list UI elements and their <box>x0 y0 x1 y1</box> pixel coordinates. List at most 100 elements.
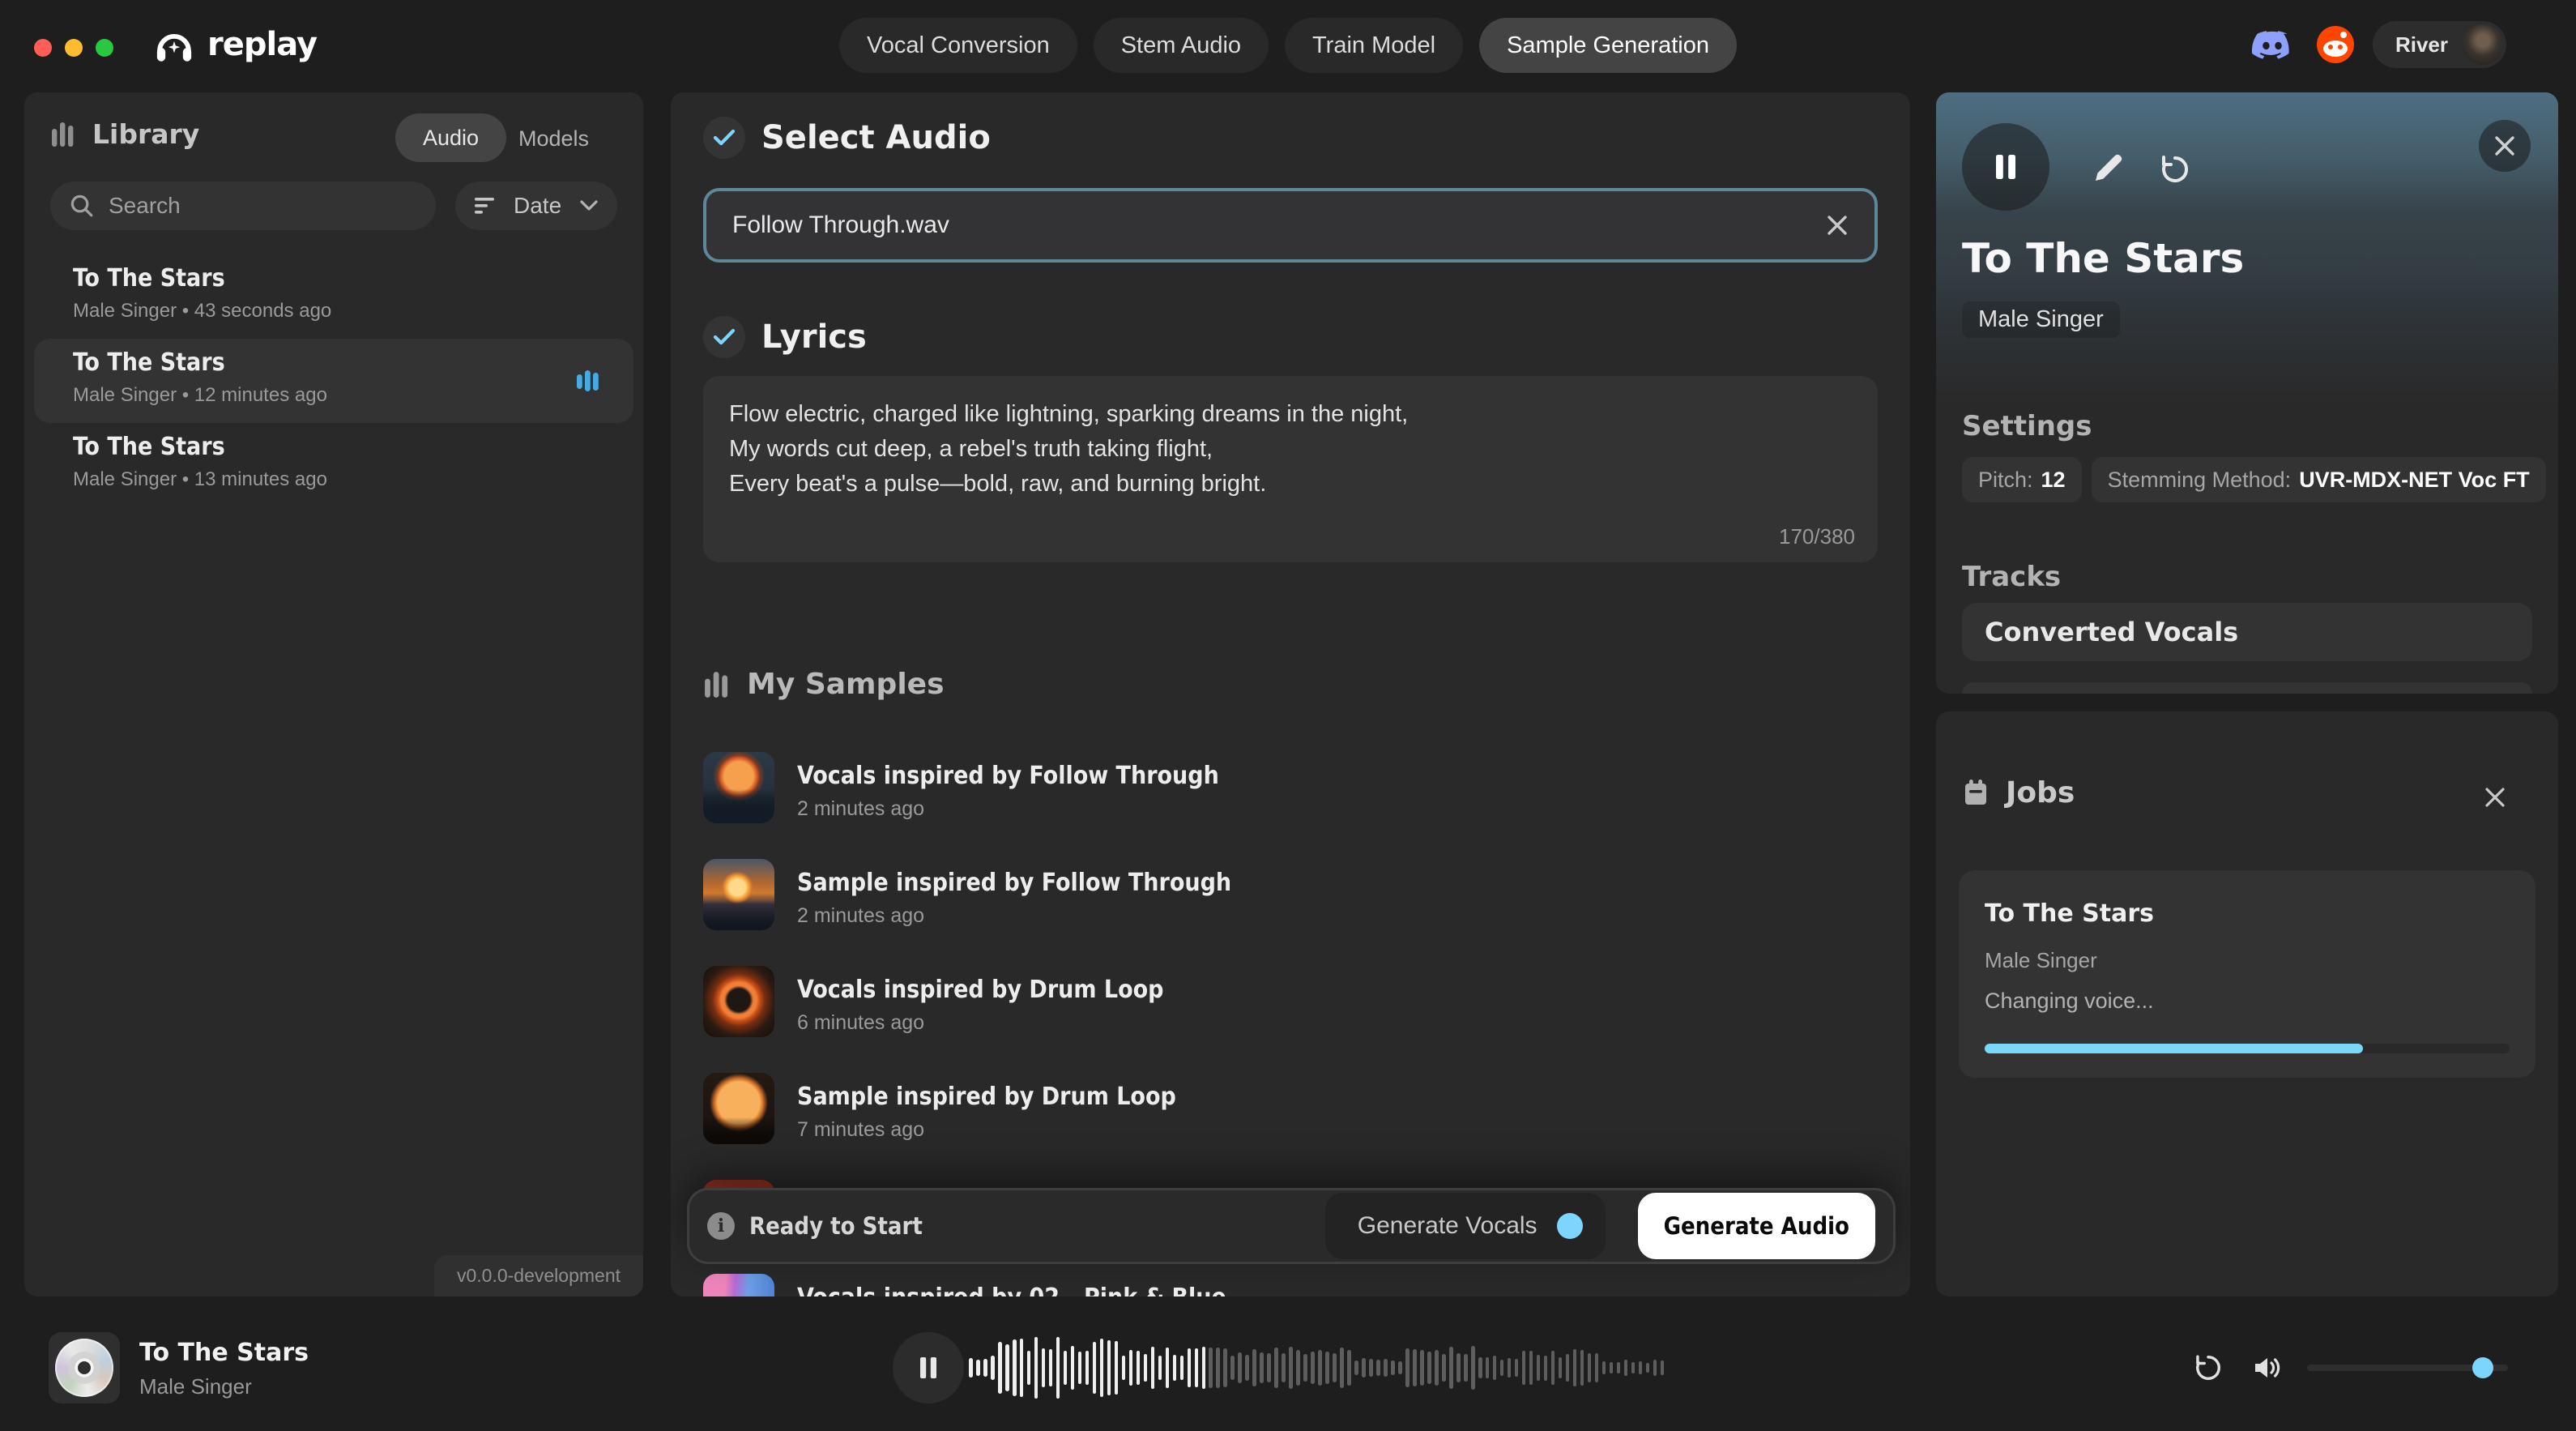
search-input[interactable]: Search <box>50 182 436 230</box>
volume-icon[interactable] <box>2252 1353 2283 1382</box>
volume-knob[interactable] <box>2472 1357 2493 1378</box>
player-track-title: To The Stars <box>139 1339 309 1367</box>
library-item-title: To The Stars <box>73 348 225 377</box>
player-bar: To The Stars Male Singer <box>0 1296 2576 1431</box>
chevron-down-icon <box>580 200 598 211</box>
reddit-icon[interactable] <box>2317 26 2354 63</box>
edit-pencil-icon[interactable] <box>2090 151 2126 186</box>
info-icon: i <box>707 1212 735 1240</box>
sample-title: Sample inspired by Follow Through <box>797 869 1231 897</box>
audio-file-input[interactable]: Follow Through.wav <box>703 188 1878 263</box>
player-pause-icon <box>917 1356 940 1380</box>
sample-item[interactable]: Sample inspired by Follow Through2 minut… <box>703 859 1878 950</box>
job-progress-fill <box>1985 1044 2363 1053</box>
job-item[interactable]: To The Stars Male Singer Changing voice.… <box>1959 870 2535 1078</box>
sample-thumbnail <box>703 1073 774 1144</box>
search-placeholder: Search <box>109 193 181 219</box>
discord-icon[interactable] <box>2250 31 2294 63</box>
status-text: Ready to Start <box>749 1212 923 1240</box>
library-item-subtitle: Male Singer • 13 minutes ago <box>73 468 327 491</box>
sample-time: 2 minutes ago <box>797 797 924 821</box>
sample-item[interactable]: Vocals inspired by Drum Loop 6 minutes ag… <box>703 966 1878 1057</box>
generate-vocals-button[interactable]: Generate Vocals <box>1325 1193 1606 1259</box>
generate-audio-button[interactable]: Generate Audio <box>1638 1193 1875 1259</box>
detail-close-button[interactable] <box>2479 120 2531 172</box>
samples-icon <box>703 670 732 699</box>
library-item-subtitle: Male Singer • 12 minutes ago <box>73 384 327 407</box>
traffic-light-minimize[interactable] <box>65 39 83 57</box>
sample-thumbnail <box>703 966 774 1037</box>
library-item[interactable]: To The Stars Male Singer • 12 minutes ago <box>34 339 633 423</box>
player-pause-button[interactable] <box>893 1332 964 1403</box>
track-item-partial[interactable] <box>1962 682 2532 694</box>
avatar <box>2463 24 2503 65</box>
headphones-icon <box>152 23 196 66</box>
job-title: To The Stars <box>1985 899 2154 928</box>
sidebar: Library Audio Models Search Date To The … <box>24 92 643 1296</box>
player-track-subtitle: Male Singer <box>139 1374 252 1399</box>
jobs-close-icon[interactable] <box>2484 786 2506 809</box>
waveform[interactable] <box>969 1319 1672 1416</box>
volume-slider[interactable] <box>2307 1365 2508 1371</box>
tab-sample-generation[interactable]: Sample Generation <box>1479 18 1737 73</box>
user-name: River <box>2395 32 2448 58</box>
char-counter: 170/380 <box>1779 524 1855 549</box>
jobs-icon <box>1962 779 1990 808</box>
jobs-card: Jobs To The Stars Male Singer Changing v… <box>1936 711 2558 1296</box>
library-icon <box>50 121 78 148</box>
regenerate-icon[interactable] <box>2160 154 2190 185</box>
repeat-icon[interactable] <box>2194 1353 2223 1382</box>
tab-vocal-conversion[interactable]: Vocal Conversion <box>839 18 1077 73</box>
album-art <box>49 1332 120 1403</box>
app-logo: replay <box>152 23 317 66</box>
sample-title: Vocals inspired by 02 - Pink & Blue <box>797 1284 1226 1296</box>
sample-title: Vocals inspired by Drum Loop <box>797 976 1164 1004</box>
generation-footer: i Ready to Start Generate Vocals Generat… <box>687 1188 1896 1264</box>
tab-stem-audio[interactable]: Stem Audio <box>1094 18 1269 73</box>
lyrics-box[interactable]: Flow electric, charged like lightning, s… <box>703 376 1878 562</box>
tab-models[interactable]: Models <box>518 126 589 152</box>
clear-file-icon[interactable] <box>1826 214 1849 237</box>
track-item[interactable]: Converted Vocals <box>1962 603 2532 661</box>
sample-title: Vocals inspired by Follow Through <box>797 762 1219 790</box>
lyrics-check-icon <box>703 316 745 358</box>
library-item[interactable]: To The Stars Male Singer • 43 seconds ago <box>34 254 633 339</box>
detail-title: To The Stars <box>1962 235 2244 282</box>
detail-pause-button[interactable] <box>1962 123 2049 211</box>
user-chip[interactable]: River <box>2373 21 2506 68</box>
library-title: Library <box>92 118 199 150</box>
sample-thumbnail <box>703 752 774 823</box>
library-item-title: To The Stars <box>73 433 225 461</box>
sample-item[interactable]: Vocals inspired by 02 - Pink & Blue <box>703 1274 1878 1296</box>
titlebar: replay Vocal Conversion Stem Audio Train M… <box>0 0 2576 92</box>
traffic-light-zoom[interactable] <box>96 39 113 57</box>
lyrics-line: Every beat's a pulse—bold, raw, and burn… <box>729 467 1852 502</box>
version-badge: v0.0.0-development <box>434 1255 643 1296</box>
library-item-title: To The Stars <box>73 264 225 293</box>
search-icon <box>70 194 94 218</box>
tab-train-model[interactable]: Train Model <box>1285 18 1463 73</box>
sort-button[interactable]: Date <box>455 182 617 230</box>
app-logo-text: replay <box>207 26 317 63</box>
stemming-badge: Stemming Method:UVR-MDX-NET Voc FT <box>2092 457 2546 502</box>
sample-item[interactable]: Vocals inspired by Follow Through 2 minut… <box>703 752 1878 843</box>
lyrics-line: My words cut deep, a rebel's truth takin… <box>729 432 1852 467</box>
close-icon <box>2494 135 2515 156</box>
samples-title: My Samples <box>747 668 945 701</box>
library-item[interactable]: To The Stars Male Singer • 13 minutes ago <box>34 423 633 507</box>
sample-thumbnail <box>703 1274 774 1296</box>
sample-title: Sample inspired by Drum Loop <box>797 1083 1176 1111</box>
generate-vocals-toggle[interactable] <box>1557 1213 1583 1239</box>
pitch-badge: Pitch:12 <box>1962 457 2082 502</box>
job-progress-track <box>1985 1044 2510 1053</box>
tab-audio[interactable]: Audio <box>395 113 506 162</box>
sample-time: 6 minutes ago <box>797 1011 924 1035</box>
library-item-subtitle: Male Singer • 43 seconds ago <box>73 300 331 323</box>
sort-icon <box>475 196 497 216</box>
select-audio-title: Select Audio <box>761 119 991 156</box>
traffic-light-close[interactable] <box>34 39 52 57</box>
audio-file-value: Follow Through.wav <box>732 211 1826 239</box>
sample-item[interactable]: Sample inspired by Drum Loop7 minutes ag… <box>703 1073 1878 1164</box>
detail-card: To The Stars Male Singer Settings Pitch:… <box>1936 92 2558 694</box>
lyrics-line: Flow electric, charged like lightning, s… <box>729 397 1852 432</box>
